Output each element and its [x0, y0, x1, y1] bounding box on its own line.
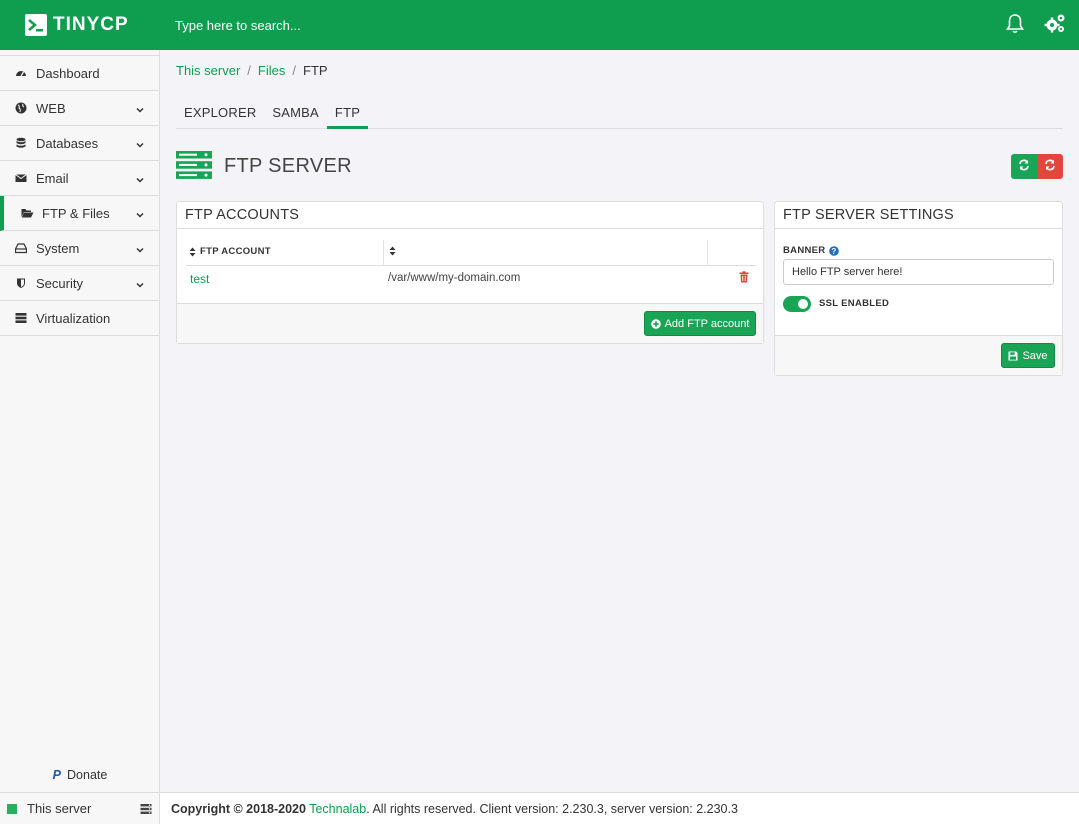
sidebar-item-label: Dashboard: [36, 65, 100, 81]
refresh-icon: [1044, 159, 1056, 174]
banner-input[interactable]: [783, 259, 1054, 285]
server-list-icon[interactable]: [140, 803, 152, 815]
breadcrumb: This server / Files / FTP: [176, 63, 328, 78]
folder-open-icon: [20, 206, 34, 220]
column-header-path[interactable]: [389, 246, 400, 256]
sidebar-item-label: System: [36, 240, 80, 256]
server-icon: [14, 311, 28, 325]
chevron-down-icon: [135, 103, 145, 113]
restart-service-button[interactable]: [1037, 154, 1063, 179]
cogs-icon[interactable]: [1043, 12, 1067, 36]
chevron-down-icon: [135, 243, 145, 253]
bell-icon[interactable]: [1003, 12, 1027, 36]
tab-samba[interactable]: SAMBA: [264, 100, 327, 129]
sidebar-item-label: Databases: [36, 135, 99, 151]
table-header-row: FTP ACCOUNT: [186, 240, 756, 266]
tab-explorer[interactable]: EXPLORER: [176, 100, 264, 129]
sort-icon: [389, 246, 396, 256]
sidebar-item-label: Email: [36, 170, 69, 186]
donate-link[interactable]: P Donate: [0, 768, 160, 782]
copyright-text: Copyright © 2018-2020: [171, 802, 306, 816]
breadcrumb-current: FTP: [303, 63, 328, 78]
company-link[interactable]: Technalab: [309, 802, 366, 816]
terminal-logo-icon: [25, 14, 47, 36]
sidebar-item-dashboard[interactable]: Dashboard: [0, 56, 159, 91]
shield-icon: [14, 276, 28, 290]
hdd-icon: [14, 241, 28, 255]
tab-ftp[interactable]: FTP: [326, 100, 369, 129]
search-input[interactable]: [175, 0, 955, 50]
ssl-enabled-toggle[interactable]: [783, 296, 811, 312]
server-selector[interactable]: This server: [0, 792, 160, 824]
add-ftp-account-button[interactable]: Add FTP account: [644, 311, 756, 336]
delete-account-button[interactable]: [739, 271, 749, 286]
sidebar-item-system[interactable]: System: [0, 231, 159, 266]
server-status-indicator: [7, 803, 17, 814]
save-button[interactable]: Save: [1001, 343, 1055, 368]
donate-label: Donate: [67, 768, 108, 782]
sidebar-item-label: FTP & Files: [42, 205, 110, 221]
svg-text:?: ?: [832, 247, 837, 256]
help-icon[interactable]: ?: [829, 245, 840, 256]
brand-name: TINYCP: [53, 14, 129, 35]
chevron-down-icon: [135, 208, 145, 218]
panel-title: FTP SERVER SETTINGS: [775, 202, 1062, 229]
logo[interactable]: TINYCP: [0, 0, 160, 50]
panel-title: FTP ACCOUNTS: [177, 202, 763, 229]
sidebar-item-label: Security: [36, 275, 83, 291]
sidebar-item-web[interactable]: WEB: [0, 91, 159, 126]
reload-service-button[interactable]: [1011, 154, 1037, 179]
ftp-accounts-table: FTP ACCOUNT test /var/www/my-domain.com: [186, 240, 756, 292]
page-footer: Copyright © 2018-2020 Technalab. All rig…: [160, 792, 1079, 824]
floppy-disk-icon: [1008, 351, 1018, 361]
sidebar: Dashboard WEB Databases Email FTP & File…: [0, 50, 160, 824]
ftp-accounts-panel: FTP ACCOUNTS FTP ACCOUNT test /var/www/m…: [176, 201, 764, 344]
top-bar: TINYCP: [0, 0, 1079, 50]
banner-label: BANNER ?: [783, 245, 840, 256]
page-title: FTP SERVER: [224, 155, 352, 177]
service-button-group: [1011, 154, 1063, 179]
sidebar-item-label: Virtualization: [36, 310, 111, 326]
dashboard-icon: [14, 66, 28, 80]
server-rack-icon: [176, 150, 212, 183]
database-icon: [14, 136, 28, 150]
plus-circle-icon: [650, 318, 661, 329]
sidebar-item-virtualization[interactable]: Virtualization: [0, 301, 159, 336]
sidebar-item-email[interactable]: Email: [0, 161, 159, 196]
sidebar-item-ftp-files[interactable]: FTP & Files: [0, 196, 159, 231]
sidebar-item-label: WEB: [36, 100, 66, 116]
breadcrumb-files[interactable]: Files: [258, 63, 285, 78]
page-header: FTP SERVER: [176, 150, 352, 183]
ftp-account-path: /var/www/my-domain.com: [388, 272, 521, 284]
tab-bar: EXPLORER SAMBA FTP: [176, 100, 1063, 129]
trash-icon: [739, 271, 749, 286]
chevron-down-icon: [135, 138, 145, 148]
refresh-icon: [1018, 159, 1030, 174]
paypal-icon: P: [52, 768, 62, 782]
chevron-down-icon: [135, 173, 145, 183]
globe-icon: [14, 101, 28, 115]
panel-footer: Add FTP account: [177, 303, 763, 343]
column-header-ftp-account[interactable]: FTP ACCOUNT: [189, 246, 271, 257]
table-row: test /var/www/my-domain.com: [186, 266, 756, 292]
sort-icon: [189, 247, 196, 257]
footer-version-text: . All rights reserved. Client version: 2…: [366, 802, 738, 816]
breadcrumb-this-server[interactable]: This server: [176, 63, 240, 78]
ssl-enabled-label: SSL ENABLED: [819, 298, 890, 309]
panel-footer: Save: [775, 335, 1062, 375]
sidebar-nav: Dashboard WEB Databases Email FTP & File…: [0, 55, 159, 336]
ftp-server-settings-panel: FTP SERVER SETTINGS BANNER ? SSL ENABLED…: [774, 201, 1063, 376]
envelope-icon: [14, 171, 28, 185]
server-label: This server: [27, 801, 92, 816]
chevron-down-icon: [135, 278, 145, 288]
sidebar-item-databases[interactable]: Databases: [0, 126, 159, 161]
ftp-account-link[interactable]: test: [190, 272, 209, 286]
sidebar-item-security[interactable]: Security: [0, 266, 159, 301]
